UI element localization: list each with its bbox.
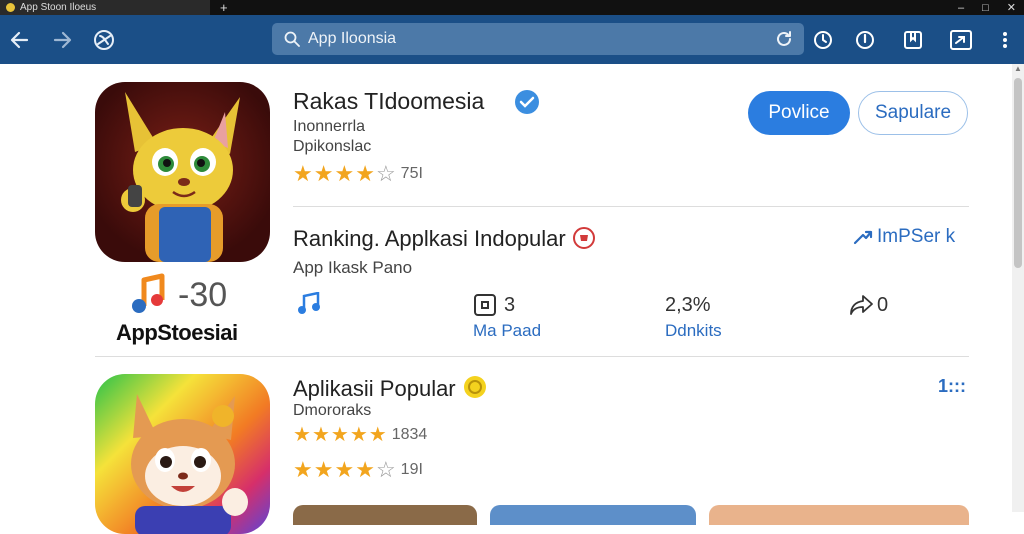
search-icon: [284, 31, 300, 47]
star-filled-icon: ★: [368, 424, 387, 446]
screenshot-thumbnail[interactable]: [293, 505, 477, 525]
reload-button[interactable]: [774, 29, 794, 54]
title-bar: App Stoon Iloeus + – □ ✕: [0, 0, 1024, 15]
popular-title: Aplikasii Popular: [293, 376, 456, 401]
scroll-up-arrow-icon[interactable]: ▲: [1012, 64, 1024, 76]
maximize-button[interactable]: □: [982, 2, 989, 14]
divider: [293, 206, 969, 207]
trophy-badge-icon: [573, 227, 595, 249]
ranking-link-label: ImPSer k: [877, 226, 956, 247]
arrow-right-icon: [53, 31, 72, 48]
history-icon: [814, 30, 832, 49]
star-filled-icon: ★: [293, 457, 313, 482]
popular-rating-count-1: 1834: [391, 426, 428, 443]
browser-tab[interactable]: App Stoon Iloeus: [0, 0, 210, 15]
star-filled-icon: ★: [334, 457, 355, 482]
bookmark-button[interactable]: [898, 25, 928, 55]
cast-icon: [950, 29, 972, 50]
star-empty-icon: ☆: [375, 161, 396, 186]
star-filled-icon: ★: [293, 424, 311, 446]
star-filled-icon: ★: [313, 457, 334, 482]
toolbar-actions: [796, 15, 1024, 64]
extension-icon: [94, 29, 114, 50]
more-options-button[interactable]: 1:::: [938, 376, 966, 397]
forward-button[interactable]: [47, 25, 77, 55]
stat-value-downloads: 2,3%: [665, 294, 711, 316]
popular-rating-stars-1: ★ ★ ★ ★ ★ 1834: [293, 425, 427, 445]
address-bar[interactable]: [272, 23, 804, 55]
star-filled-icon: ★: [349, 424, 368, 446]
verified-badge-icon: [515, 90, 539, 114]
cast-button[interactable]: [946, 25, 976, 55]
fox-mascot-icon: [121, 92, 240, 262]
menu-button[interactable]: [990, 25, 1020, 55]
star-filled-icon: ★: [355, 457, 375, 482]
reload-icon: [777, 31, 791, 46]
rating-count: 75I: [400, 165, 423, 182]
storage-icon: [474, 294, 496, 316]
stat-value-size: 3: [504, 294, 516, 316]
window-controls: – □ ✕: [958, 0, 1016, 15]
secondary-action-button[interactable]: Sapulare: [858, 91, 968, 135]
browser-toolbar: [0, 15, 1024, 64]
star-filled-icon: ★: [313, 161, 334, 186]
close-window-button[interactable]: ✕: [1007, 1, 1016, 14]
tab-favicon-icon: [6, 3, 15, 12]
star-filled-icon: ★: [293, 161, 313, 186]
app-title: Rakas TIdoomesia: [293, 88, 485, 114]
star-filled-icon: ★: [330, 424, 349, 446]
back-button[interactable]: [5, 25, 35, 55]
stat-label-downloads[interactable]: Ddnkits: [665, 321, 722, 341]
music-icon[interactable]: [296, 292, 322, 316]
screenshot-thumbnail[interactable]: [709, 505, 969, 525]
star-empty-icon: ☆: [375, 457, 396, 482]
popular-rating-count-2: 19I: [400, 461, 423, 478]
history-button[interactable]: [808, 25, 838, 55]
app-subtitle-category: Dpikonslac: [293, 138, 372, 155]
bookmark-icon: [904, 30, 922, 49]
app-subtitle-developer: Inonnerrla: [293, 118, 366, 135]
ranking-subtitle: App Ikask Pano: [293, 258, 413, 277]
app-icon-cat[interactable]: [95, 374, 270, 534]
brand-name: AppStoesiai: [116, 320, 238, 345]
star-filled-icon: ★: [311, 424, 330, 446]
divider: [95, 356, 969, 357]
stat-value-shares: 0: [877, 294, 889, 316]
shield-button[interactable]: [850, 25, 880, 55]
screenshot-thumbnail[interactable]: [490, 505, 696, 525]
kebab-menu-icon: [1003, 31, 1007, 48]
minimize-button[interactable]: –: [958, 2, 964, 14]
rating-stars: ★ ★ ★ ★ ☆ 75I: [293, 163, 423, 185]
trend-arrow-icon: [853, 230, 873, 245]
ranking-link[interactable]: ImPSer k: [853, 226, 955, 248]
primary-action-button[interactable]: Povlice: [748, 91, 850, 135]
app-icon-mascot[interactable]: [95, 82, 270, 262]
music-note-icon: [132, 273, 165, 313]
arrow-left-icon: [10, 31, 29, 48]
extension-button[interactable]: [89, 25, 119, 55]
shield-icon: [856, 30, 874, 49]
brand-number: -30: [178, 276, 228, 314]
ranking-title: Ranking. Applkasi Indopular: [293, 226, 566, 251]
scroll-thumb[interactable]: [1014, 78, 1022, 268]
popular-rating-stars-2: ★ ★ ★ ★ ☆ 19I: [293, 459, 423, 481]
popular-subtitle: Dmororaks: [293, 402, 372, 419]
address-input[interactable]: [308, 30, 748, 48]
star-filled-icon: ★: [355, 161, 375, 186]
tab-title: App Stoon Iloeus: [20, 2, 97, 13]
stat-label-size[interactable]: Ma Paad: [473, 321, 541, 341]
smiley-badge-icon: [464, 376, 486, 398]
star-filled-icon: ★: [334, 161, 355, 186]
share-icon[interactable]: [849, 293, 875, 317]
cat-mascot-icon: [131, 394, 248, 534]
scrollbar[interactable]: ▲: [1012, 64, 1024, 512]
new-tab-button[interactable]: +: [220, 0, 228, 15]
